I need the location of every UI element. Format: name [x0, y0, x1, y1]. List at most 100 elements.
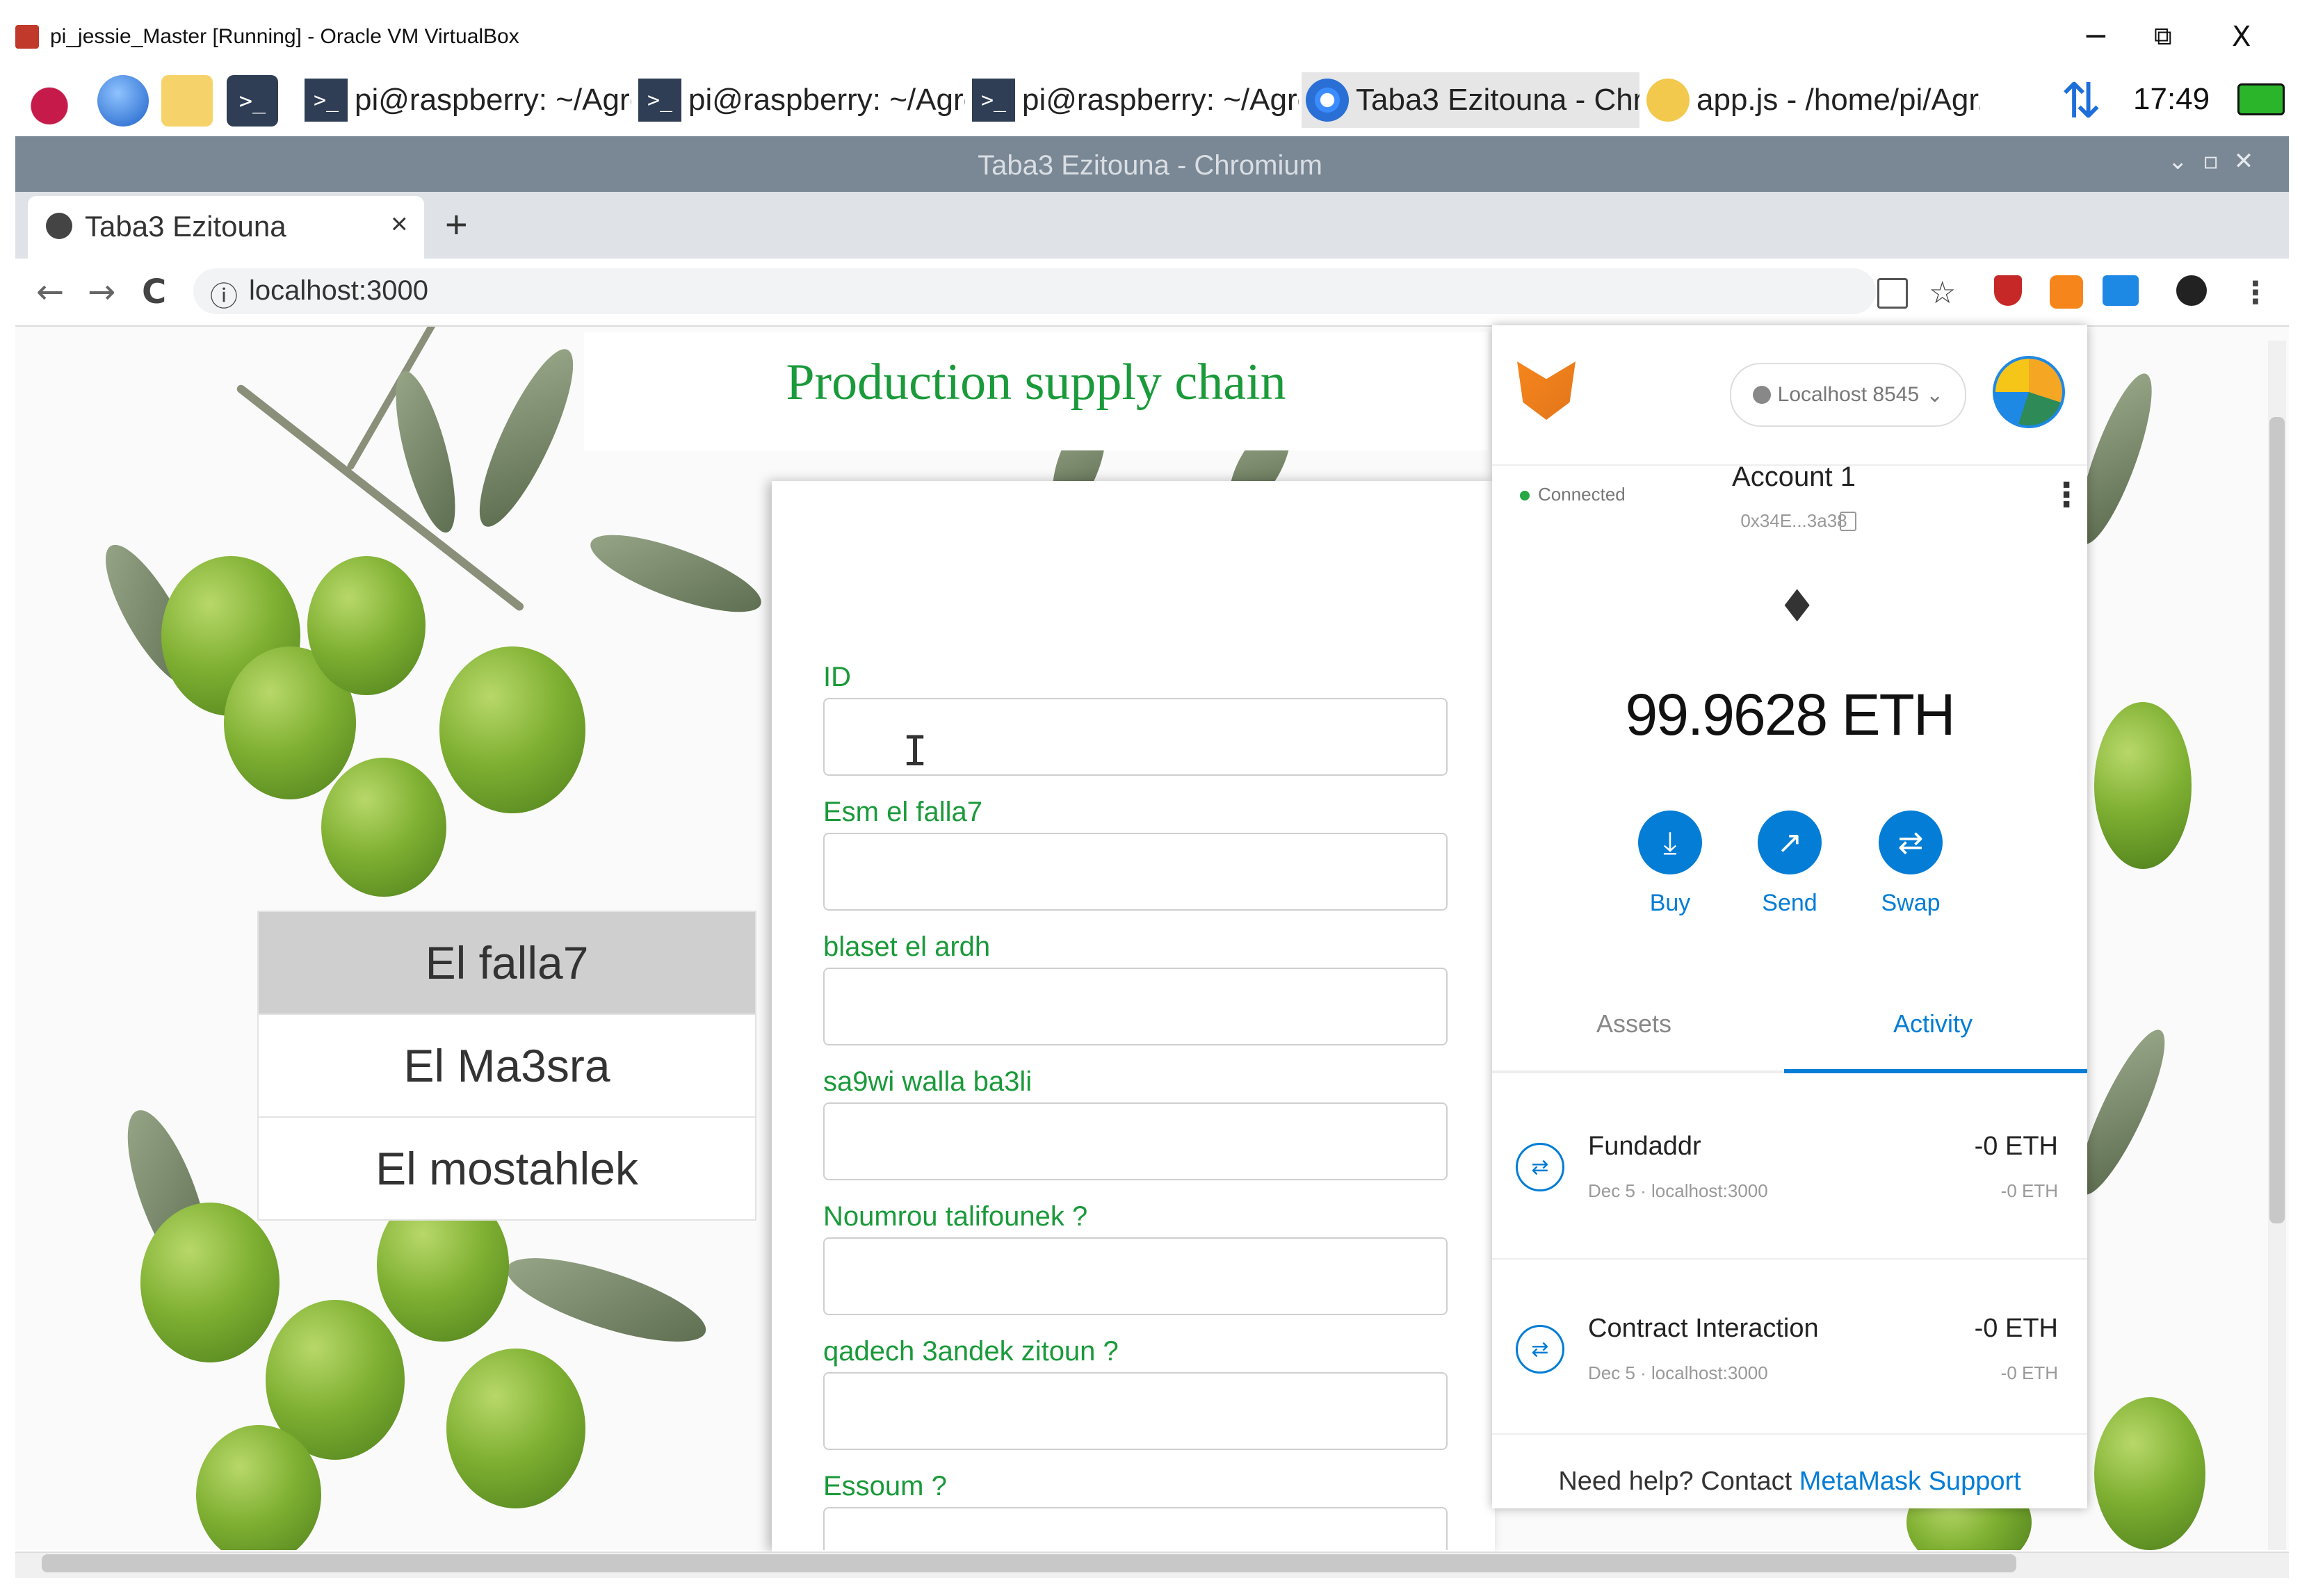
transaction-title: Fundaddr: [1588, 1132, 1701, 1161]
restore-button[interactable]: ⧉: [2154, 22, 2172, 51]
activity-list-item[interactable]: [1492, 1260, 2087, 1435]
blaset-el-ardh-input[interactable]: [823, 968, 1448, 1045]
tab-close-icon[interactable]: ×: [391, 207, 408, 241]
tab-activity[interactable]: Activity: [1784, 1009, 2082, 1039]
network-label: Localhost 8545: [1777, 383, 1920, 406]
forward-button[interactable]: →: [88, 272, 115, 311]
phone-number-input[interactable]: [823, 1237, 1448, 1315]
battery-icon[interactable]: [2237, 83, 2285, 115]
url-text[interactable]: localhost:3000: [249, 275, 428, 307]
taskbar-app-terminal-2[interactable]: >_ pi@raspberry: ~/Agro...: [634, 72, 965, 128]
taskbar-app-terminal-3[interactable]: >_ pi@raspberry: ~/Agro...: [968, 72, 1299, 128]
chromium-window-controls[interactable]: ⌄ ▫ ✕: [2168, 147, 2253, 175]
back-button[interactable]: ←: [36, 272, 64, 311]
horizontal-scrollbar-thumb[interactable]: [42, 1554, 2016, 1572]
metamask-support-link[interactable]: MetaMask Support: [1799, 1467, 2021, 1496]
site-info-icon[interactable]: ⓘ: [210, 274, 238, 314]
terminal-icon: >_: [972, 79, 1015, 122]
taskbar-app-label: app.js - /home/pi/Agr...: [1696, 83, 1980, 117]
connected-status-dot: [1520, 491, 1530, 500]
taskbar-app-label: pi@raspberry: ~/Agro...: [355, 83, 631, 117]
buy-label: Buy: [1649, 890, 1691, 916]
active-tab-indicator: [1784, 1069, 2087, 1073]
network-selector[interactable]: Localhost 8545 ⌄: [1730, 363, 1966, 427]
new-tab-button[interactable]: +: [445, 202, 468, 247]
translate-icon[interactable]: [1877, 278, 1908, 309]
taskbar-clock: 17:49: [2133, 82, 2210, 116]
vertical-scrollbar-thumb[interactable]: [2269, 417, 2285, 1223]
activity-list-item[interactable]: [1492, 1084, 2087, 1260]
sa9wi-walla-ba3li-input[interactable]: [823, 1102, 1448, 1180]
account-options-icon[interactable]: ⋮: [2050, 475, 2083, 514]
web-browser-icon[interactable]: [97, 75, 149, 127]
eth-balance: 99.9628 ETH: [1625, 682, 1956, 747]
buy-button[interactable]: ⤓: [1638, 811, 1702, 874]
tab-title: Taba3 Ezitouna: [85, 210, 286, 243]
help-footer: Need help? Contact MetaMask Support: [1492, 1467, 2087, 1497]
terminal-icon: >_: [305, 79, 348, 122]
extension-icon[interactable]: [2103, 275, 2139, 306]
virtualbox-window-title: pi_jessie_Master [Running] - Oracle VM V…: [50, 25, 519, 48]
transaction-meta: Dec 5 · localhost:3000: [1588, 1180, 1768, 1201]
network-transfer-icon[interactable]: ⇅: [2061, 72, 2102, 129]
swap-button[interactable]: ⇄: [1879, 811, 1943, 874]
ublock-shield-icon[interactable]: [1994, 275, 2022, 306]
menu-item-el-mostahlek[interactable]: El mostahlek: [257, 1116, 756, 1221]
transaction-secondary-amount: -0 ETH: [2000, 1180, 2058, 1201]
address-bar[interactable]: [193, 268, 1876, 314]
essoum-input[interactable]: [823, 1507, 1448, 1550]
transaction-amount: -0 ETH: [1974, 1132, 2058, 1161]
connection-status[interactable]: Connected: [1538, 484, 1626, 505]
browser-menu-icon[interactable]: ⋮: [2240, 275, 2271, 311]
terminal-icon: >_: [638, 79, 681, 122]
transaction-amount: -0 ETH: [1974, 1314, 2058, 1343]
swap-transaction-icon: ⇄: [1516, 1143, 1564, 1191]
send-button[interactable]: ↗: [1758, 811, 1822, 874]
swap-transaction-icon: ⇄: [1516, 1325, 1564, 1374]
field-label-qadech-3andek-zitoun: qadech 3andek zitoun ?: [823, 1336, 1119, 1367]
transaction-title: Contract Interaction: [1588, 1314, 1819, 1343]
help-text: Need help? Contact: [1558, 1467, 1799, 1496]
network-icon: [1752, 386, 1771, 404]
send-label: Send: [1762, 890, 1817, 916]
field-label-blaset-el-ardh: blaset el ardh: [823, 931, 991, 962]
reload-button[interactable]: C: [142, 272, 166, 311]
tab-assets[interactable]: Assets: [1485, 1009, 1783, 1039]
globe-icon: [46, 213, 72, 239]
bookmark-star-icon[interactable]: ☆: [1929, 275, 1956, 311]
copy-address-icon[interactable]: [1840, 512, 1856, 531]
taskbar-app-label: Taba3 Ezitouna - Chr...: [1356, 83, 1639, 117]
field-label-sa9wi-walla-ba3li: sa9wi walla ba3li: [823, 1066, 1032, 1097]
minimize-button[interactable]: −: [2083, 18, 2109, 54]
taskbar-app-chromium[interactable]: Taba3 Ezitouna - Chr...: [1302, 72, 1639, 128]
account-address[interactable]: 0x34E...3a38: [1683, 510, 1905, 532]
field-label-noumrou-talifounek: Noumrou talifounek ?: [823, 1201, 1088, 1232]
taskbar-app-label: pi@raspberry: ~/Agro...: [688, 83, 965, 117]
virtualbox-icon: [15, 25, 39, 49]
terminal-launcher-icon[interactable]: >_: [227, 75, 278, 127]
field-label-id: ID: [823, 662, 851, 692]
menu-item-el-ma3sra[interactable]: El Ma3sra: [257, 1013, 756, 1118]
ethereum-icon: ♦: [1777, 581, 1817, 633]
transaction-secondary-amount: -0 ETH: [2000, 1362, 2058, 1383]
esm-el-falla7-input[interactable]: [823, 833, 1448, 911]
taskbar-app-editor[interactable]: app.js - /home/pi/Agr...: [1642, 72, 1980, 128]
raspberry-menu-icon[interactable]: [24, 75, 75, 127]
metamask-extension-icon[interactable]: [2050, 275, 2083, 309]
account-avatar[interactable]: [1993, 356, 2065, 428]
olive-quantity-input[interactable]: [823, 1372, 1448, 1450]
chevron-down-icon: ⌄: [1926, 382, 1944, 407]
menu-item-el-falla7[interactable]: El falla7: [257, 911, 756, 1015]
field-label-essoum: Essoum ?: [823, 1471, 947, 1501]
taskbar-app-label: pi@raspberry: ~/Agro...: [1022, 83, 1299, 117]
file-manager-icon[interactable]: [161, 75, 213, 127]
transaction-meta: Dec 5 · localhost:3000: [1588, 1362, 1768, 1383]
field-label-esm-el-falla7: Esm el falla7: [823, 797, 982, 827]
editor-icon: [1646, 79, 1690, 122]
taskbar-app-terminal-1[interactable]: >_ pi@raspberry: ~/Agro...: [300, 72, 631, 128]
chromium-window-title: Taba3 Ezitouna - Chromium: [978, 150, 1322, 181]
text-cursor-icon: I: [902, 727, 928, 776]
close-button[interactable]: X: [2232, 21, 2251, 53]
account-name[interactable]: Account 1: [1683, 462, 1905, 493]
profile-icon[interactable]: [2176, 275, 2207, 306]
